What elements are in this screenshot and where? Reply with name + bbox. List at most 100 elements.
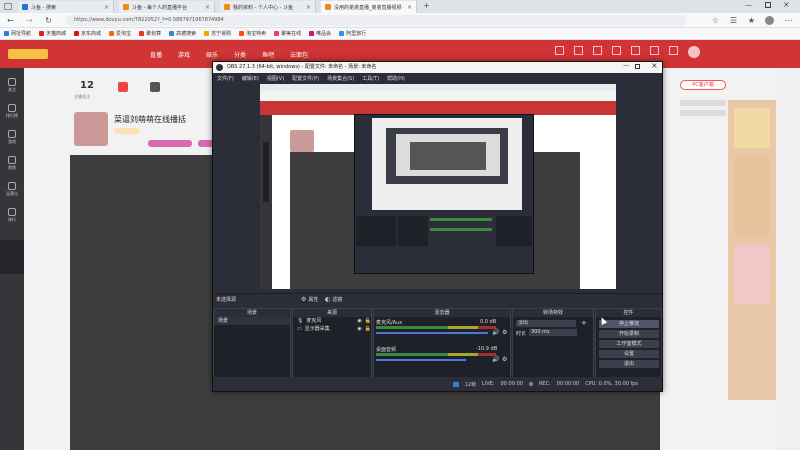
source-item-display[interactable]: ▭ 显示器采集 ◉ 🔓 xyxy=(293,325,371,333)
obs-maximize-icon[interactable] xyxy=(635,64,640,69)
mail-icon[interactable] xyxy=(650,46,659,55)
bookmark-item[interactable]: 唯品会 xyxy=(309,30,331,37)
message-icon[interactable] xyxy=(593,46,602,55)
studio-mode-button[interactable]: 工作室模式 xyxy=(599,340,659,348)
site-nav-item[interactable]: 云面包 xyxy=(290,50,308,59)
reload-icon[interactable]: ↻ xyxy=(43,15,54,26)
bookmark-item[interactable]: 京东商城 xyxy=(74,30,101,37)
bookmark-item[interactable]: 聚划算 xyxy=(139,30,161,37)
share-button[interactable] xyxy=(680,100,726,106)
start-recording-button[interactable]: 开始录制 xyxy=(599,330,659,338)
sidebar-item[interactable]: 排行 xyxy=(2,208,22,223)
bookmark-item[interactable]: 高德搜索 xyxy=(169,30,196,37)
sidebar-item[interactable]: 排行榜 xyxy=(2,104,22,119)
app-icon[interactable] xyxy=(669,46,678,55)
follow-icon[interactable] xyxy=(574,46,583,55)
sidebar-item[interactable]: 关注 xyxy=(2,78,22,93)
favorites-icon[interactable]: ★ xyxy=(746,15,757,26)
site-nav-item[interactable]: 直播 xyxy=(150,50,162,59)
sidebar-item[interactable]: 游戏 xyxy=(2,130,22,145)
exit-button[interactable]: 退出 xyxy=(599,360,659,368)
sidebar-item[interactable]: 视频 xyxy=(2,156,22,171)
transition-select[interactable]: 淡出 xyxy=(516,320,576,327)
sidebar-label: 游戏 xyxy=(8,139,16,144)
new-tab-icon[interactable]: + xyxy=(423,1,430,10)
site-nav-item[interactable]: 娱乐 xyxy=(206,50,218,59)
history-icon[interactable] xyxy=(555,46,564,55)
filters-button[interactable]: 滤镜 xyxy=(332,296,342,303)
speaker-icon[interactable]: 🔊 xyxy=(492,356,499,363)
obs-menu-item[interactable]: 场景集合(S) xyxy=(327,75,354,82)
volume-slider[interactable] xyxy=(376,332,488,334)
bookmark-item[interactable]: 苏宁易购 xyxy=(204,30,231,37)
duration-input[interactable]: 300 ms xyxy=(529,329,577,336)
bookmark-item[interactable]: 天猫商城 xyxy=(39,30,66,37)
back-icon[interactable]: ← xyxy=(5,15,16,26)
video-icon[interactable] xyxy=(631,46,640,55)
obs-menu-item[interactable]: 帮助(H) xyxy=(387,75,405,82)
announcement-text xyxy=(662,190,724,290)
obs-menu-item[interactable]: 文件(F) xyxy=(217,75,234,82)
mixer-settings-icon[interactable]: ⚙ xyxy=(502,356,507,363)
tab-close-icon[interactable]: × xyxy=(306,4,311,11)
properties-button[interactable]: 属性 xyxy=(308,296,318,303)
address-input[interactable]: https://www.douyu.com/7822052?_f=0.58879… xyxy=(66,15,686,26)
bookmark-item[interactable]: 爱淘宝 xyxy=(109,30,131,37)
obs-close-icon[interactable]: × xyxy=(651,61,658,70)
profile-avatar[interactable] xyxy=(765,16,774,25)
forward-icon[interactable]: → xyxy=(24,15,35,26)
eye-icon[interactable]: ◉ xyxy=(357,325,361,333)
user-avatar[interactable] xyxy=(688,46,700,58)
bookmark-item[interactable]: 聚美在线 xyxy=(274,30,301,37)
site-nav-item[interactable]: 鱼吧 xyxy=(262,50,274,59)
obs-minimize-icon[interactable]: — xyxy=(623,62,629,69)
lock-icon[interactable]: 🔓 xyxy=(365,325,371,333)
report-button[interactable] xyxy=(680,110,726,116)
sidebar-collapse-handle[interactable] xyxy=(0,240,24,274)
settings-button[interactable]: 设置 xyxy=(599,350,659,358)
bookmark-item[interactable]: 淘宝特卖 xyxy=(239,30,266,37)
maximize-icon[interactable] xyxy=(765,2,771,8)
collections-icon[interactable]: ☰ xyxy=(728,15,739,26)
obs-menu-item[interactable]: 工具(T) xyxy=(362,75,379,82)
obs-menu-item[interactable]: 编辑(E) xyxy=(242,75,259,82)
site-nav-item[interactable]: 游戏 xyxy=(178,50,190,59)
scene-item[interactable]: 场景 xyxy=(214,317,290,325)
obs-menu-item[interactable]: 配置文件(P) xyxy=(292,75,319,82)
bookmark-label: 聚美在线 xyxy=(281,31,302,37)
download-icon[interactable] xyxy=(612,46,621,55)
sidebar-item[interactable]: 运营位 xyxy=(2,182,22,197)
source-item-mic[interactable]: 🎙 麦克风 ◉ 🔓 xyxy=(293,317,371,325)
browser-tab[interactable]: 没用的弟弟直播_弟弟直播视频 - × xyxy=(321,1,417,13)
streamer-avatar[interactable] xyxy=(74,112,108,146)
gift-icon[interactable] xyxy=(118,82,128,92)
douyu-logo[interactable] xyxy=(8,49,48,59)
close-window-icon[interactable]: × xyxy=(783,0,790,9)
tab-close-icon[interactable]: × xyxy=(205,4,210,11)
tab-close-icon[interactable]: × xyxy=(407,4,412,11)
minimize-icon[interactable]: — xyxy=(745,1,752,9)
tab-close-icon[interactable]: × xyxy=(104,4,109,11)
mixer-settings-icon[interactable]: ⚙ xyxy=(502,329,507,336)
workspace-icon[interactable] xyxy=(4,3,12,10)
star-icon[interactable]: ☆ xyxy=(710,15,721,26)
browser-tab[interactable]: 我的资料 - 个人中心 - 斗鱼 × xyxy=(220,1,316,13)
lock-icon[interactable]: 🔓 xyxy=(365,317,371,325)
browser-tab[interactable]: 斗鱼 - 每个人的直播平台 × xyxy=(119,1,215,13)
eye-icon[interactable]: ◉ xyxy=(357,317,361,325)
obs-preview-canvas[interactable] xyxy=(260,84,616,289)
add-transition-icon[interactable]: + xyxy=(581,319,587,327)
task-icon[interactable] xyxy=(150,82,160,92)
speaker-icon[interactable]: 🔊 xyxy=(492,329,499,336)
site-nav-item[interactable]: 分类 xyxy=(234,50,246,59)
bookmark-item[interactable]: 网址导航 xyxy=(4,30,31,37)
ad-banner[interactable] xyxy=(728,100,776,400)
tag-badge xyxy=(114,128,140,134)
browser-tab[interactable]: 斗鱼 - 搜索 × xyxy=(18,1,114,13)
more-icon[interactable]: ⋯ xyxy=(783,15,794,26)
pc-client-button[interactable]: PC客户端 xyxy=(680,80,726,90)
volume-slider[interactable] xyxy=(376,359,466,361)
bookmark-item[interactable]: 阿里旅行 xyxy=(339,30,366,37)
obs-menu-item[interactable]: 视图(V) xyxy=(267,75,284,82)
stop-streaming-button[interactable]: 停止推流 xyxy=(599,320,659,328)
